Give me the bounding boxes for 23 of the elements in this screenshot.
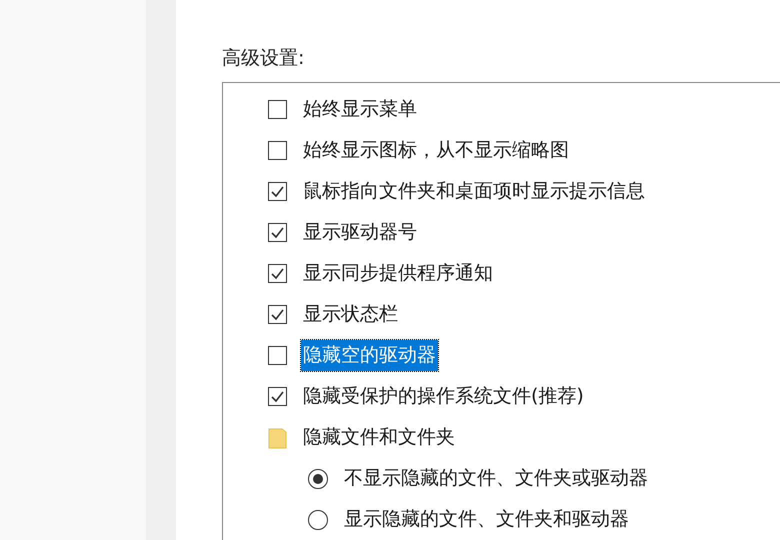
setting-label[interactable]: 显示同步提供程序通知: [301, 258, 495, 289]
setting-label[interactable]: 隐藏文件和文件夹: [301, 422, 457, 453]
setting-label[interactable]: 始终显示菜单: [301, 94, 419, 125]
setting-label[interactable]: 始终显示图标，从不显示缩略图: [301, 135, 571, 166]
setting-label[interactable]: 隐藏空的驱动器: [301, 340, 438, 371]
folder-icon: [268, 426, 287, 448]
checkbox[interactable]: [268, 223, 287, 242]
section-label: 高级设置:: [222, 47, 304, 69]
checkbox[interactable]: [268, 264, 287, 283]
radio-button[interactable]: [308, 468, 328, 488]
radio-button[interactable]: [308, 510, 328, 530]
checkbox[interactable]: [268, 346, 287, 365]
checkbox[interactable]: [268, 305, 287, 324]
setting-label[interactable]: 显示状态栏: [301, 299, 400, 330]
checkbox[interactable]: [268, 141, 287, 160]
setting-label[interactable]: 不显示隐藏的文件、文件夹或驱动器: [342, 463, 650, 494]
checkbox[interactable]: [268, 100, 287, 119]
setting-label[interactable]: 鼠标指向文件夹和桌面项时显示提示信息: [301, 176, 647, 207]
checkbox[interactable]: [268, 182, 287, 201]
setting-label[interactable]: 显示驱动器号: [301, 217, 419, 248]
setting-label[interactable]: 隐藏受保护的操作系统文件(推荐): [301, 381, 586, 412]
checkbox[interactable]: [268, 387, 287, 406]
setting-label[interactable]: 显示隐藏的文件、文件夹和驱动器: [342, 504, 631, 535]
